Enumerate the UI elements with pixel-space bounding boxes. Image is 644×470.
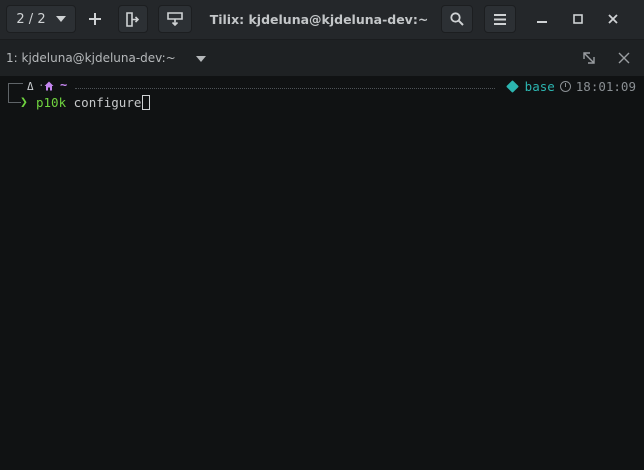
clock-icon (559, 81, 571, 92)
text-cursor (142, 95, 151, 110)
prompt-time: 18:01:09 (575, 79, 636, 94)
split-right-button[interactable] (118, 5, 148, 33)
minimize-icon (537, 21, 547, 23)
menu-button[interactable] (484, 5, 516, 33)
close-terminal-icon[interactable] (616, 50, 632, 66)
close-icon (608, 14, 618, 24)
close-button[interactable] (600, 5, 626, 33)
session-switcher-button[interactable]: 2 / 2 (6, 5, 76, 33)
prompt-char: ❯ (20, 95, 28, 110)
maximize-terminal-icon[interactable] (581, 50, 597, 66)
chevron-down-icon (55, 16, 66, 22)
terminal-area[interactable]: Δ · ~ base 18:01:09 ❯ p10k configure (0, 76, 644, 470)
current-directory: ~ (60, 78, 68, 92)
window-title: Tilix: kjdeluna@kjdeluna-dev:~ (209, 12, 429, 27)
split-down-icon (167, 12, 183, 26)
search-button[interactable] (441, 5, 473, 33)
prompt-gap-line (75, 88, 495, 89)
tilix-window: 2 / 2 Tilix: kjdeluna@kjdeluna-dev:~ 1: … (0, 0, 644, 470)
command-name: p10k (36, 95, 67, 110)
right-prompt: base 18:01:09 (505, 79, 636, 94)
search-icon (450, 12, 464, 26)
maximize-icon (573, 14, 583, 24)
command-argument: configure (73, 95, 142, 110)
hamburger-menu-icon (494, 13, 506, 25)
split-down-button[interactable] (158, 5, 192, 33)
conda-env-name: base (524, 79, 555, 94)
command-line[interactable]: p10k configure (36, 95, 151, 110)
terminal-title-bar: 1: kjdeluna@kjdeluna-dev:~ (0, 40, 644, 76)
conda-env-icon (505, 80, 519, 93)
plus-icon (89, 13, 101, 25)
maximize-button[interactable] (565, 5, 591, 33)
home-icon (44, 81, 54, 91)
session-counter: 2 / 2 (16, 11, 46, 27)
linux-icon: Δ (27, 80, 34, 93)
header-bar: 2 / 2 Tilix: kjdeluna@kjdeluna-dev:~ (0, 0, 644, 40)
add-terminal-button[interactable] (82, 5, 108, 33)
terminal-title[interactable]: 1: kjdeluna@kjdeluna-dev:~ (6, 40, 176, 76)
terminal-menu-chevron-icon[interactable] (196, 56, 206, 62)
minimize-button[interactable] (529, 5, 555, 33)
split-right-icon (126, 11, 140, 27)
